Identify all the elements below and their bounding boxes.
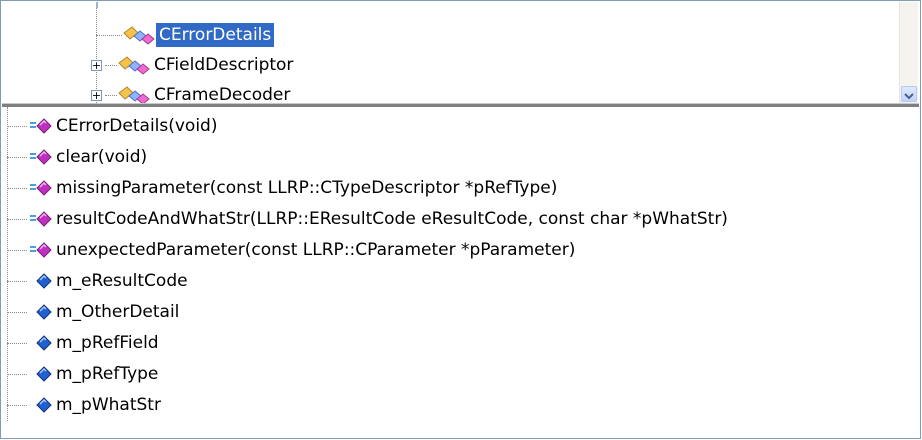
- tree-connector: [7, 187, 27, 189]
- member-label: m_pRefType: [56, 364, 159, 384]
- member-label: m_pWhatStr: [56, 395, 161, 415]
- tree-connector: [7, 280, 27, 282]
- member-label: clear(void): [56, 147, 148, 167]
- member-field[interactable]: m_OtherDetail: [7, 298, 182, 326]
- tree-connector: [7, 249, 27, 251]
- tree-connector: [105, 64, 117, 66]
- member-field[interactable]: m_pRefField: [7, 329, 162, 357]
- member-method[interactable]: missingParameter(const LLRP::CTypeDescri…: [7, 174, 560, 202]
- vertical-scrollbar[interactable]: [899, 2, 918, 103]
- tree-item-label: CFrameDecoder: [154, 85, 291, 103]
- method-icon: [29, 240, 53, 260]
- tree-connector: [7, 373, 27, 375]
- tree-connector: [7, 125, 27, 127]
- member-label: m_pRefField: [56, 333, 159, 353]
- tree-item-cframedecoder[interactable]: + CFrameDecoder: [91, 82, 293, 103]
- tree-item-label: CFieldDescriptor: [154, 55, 294, 75]
- field-icon: [29, 302, 53, 322]
- class-icon: [117, 54, 151, 76]
- tree-connector: [105, 94, 117, 96]
- members-pane[interactable]: CErrorDetails(void) clear(void) missingP…: [2, 107, 919, 438]
- tree-item-cfielddescriptor[interactable]: + CFieldDescriptor: [91, 52, 296, 78]
- tree-guide-line: [96, 2, 98, 8]
- class-view-window: CErrorDetails + CFieldDescriptor + CFram…: [0, 0, 921, 439]
- tree-connector: [7, 218, 27, 220]
- member-field[interactable]: m_pWhatStr: [7, 391, 164, 419]
- member-label: m_OtherDetail: [56, 302, 180, 322]
- field-icon: [29, 333, 53, 353]
- tree-connector: [7, 156, 27, 158]
- class-icon: [117, 84, 151, 103]
- member-label: CErrorDetails(void): [56, 116, 218, 136]
- member-label: missingParameter(const LLRP::CTypeDescri…: [56, 178, 558, 198]
- member-field[interactable]: m_pRefType: [7, 360, 161, 388]
- method-icon: [29, 147, 53, 167]
- method-icon: [29, 178, 53, 198]
- method-icon: [29, 116, 53, 136]
- member-method[interactable]: clear(void): [7, 143, 150, 171]
- tree-item-cerrordetails[interactable]: CErrorDetails: [96, 22, 276, 48]
- method-icon: [29, 209, 53, 229]
- expand-icon[interactable]: +: [91, 89, 102, 101]
- tree-connector: [7, 342, 27, 344]
- tree-connector: [96, 34, 122, 36]
- tree-connector: [7, 404, 27, 406]
- member-label: unexpectedParameter(const LLRP::CParamet…: [56, 240, 576, 260]
- expand-icon[interactable]: +: [91, 59, 102, 71]
- field-icon: [29, 271, 53, 291]
- member-label: resultCodeAndWhatStr(LLRP::EResultCode e…: [56, 209, 728, 229]
- member-method[interactable]: CErrorDetails(void): [7, 112, 220, 140]
- member-label: m_eResultCode: [56, 271, 188, 291]
- class-icon: [122, 24, 156, 46]
- class-tree-pane[interactable]: CErrorDetails + CFieldDescriptor + CFram…: [2, 2, 919, 103]
- chevron-down-icon: [904, 85, 914, 104]
- member-field[interactable]: m_eResultCode: [7, 267, 191, 295]
- tree-item-label: CErrorDetails: [154, 22, 276, 48]
- member-method[interactable]: unexpectedParameter(const LLRP::CParamet…: [7, 236, 578, 264]
- field-icon: [29, 364, 53, 384]
- field-icon: [29, 395, 53, 415]
- tree-connector: [7, 311, 27, 313]
- member-method[interactable]: resultCodeAndWhatStr(LLRP::EResultCode e…: [7, 205, 731, 233]
- scroll-down-button[interactable]: [901, 86, 917, 102]
